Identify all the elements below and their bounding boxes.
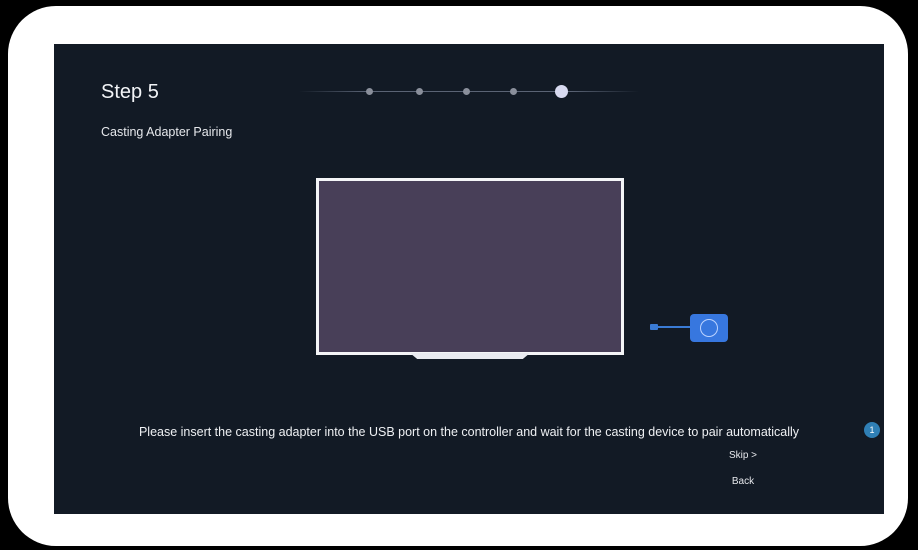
tv-stand xyxy=(410,353,530,359)
tv-icon xyxy=(316,178,624,355)
step-subtitle: Casting Adapter Pairing xyxy=(101,125,233,139)
step-title: Step 5 xyxy=(101,81,159,103)
back-button[interactable]: Back xyxy=(713,476,773,487)
casting-adapter-icon xyxy=(690,314,728,342)
progress-dot-3 xyxy=(463,88,470,95)
progress-dot-1 xyxy=(366,88,373,95)
progress-dot-2 xyxy=(416,88,423,95)
adapter-cable xyxy=(657,326,691,328)
setup-screen: Step 5 Casting Adapter Pairing Please in… xyxy=(54,44,884,514)
step-progress-indicator xyxy=(299,82,639,102)
notification-badge[interactable]: 1 xyxy=(864,422,880,438)
adapter-button-icon xyxy=(700,319,718,337)
progress-dot-5-active xyxy=(555,85,568,98)
progress-dot-4 xyxy=(510,88,517,95)
skip-button[interactable]: Skip > xyxy=(713,450,773,461)
pairing-instruction: Please insert the casting adapter into t… xyxy=(138,425,800,439)
